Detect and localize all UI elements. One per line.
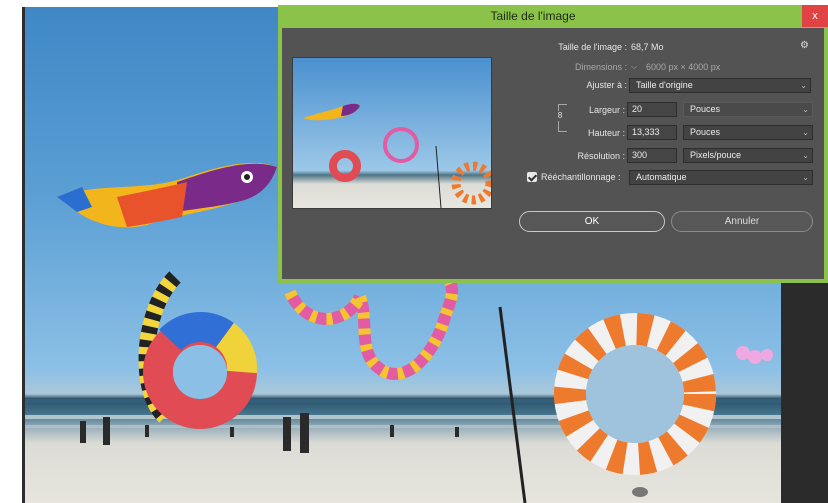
resolution-unit-select[interactable]: Pixels/pouce ⌄: [683, 148, 813, 163]
dimensions-label: Dimensions :: [574, 62, 627, 72]
resolution-unit-value: Pixels/pouce: [690, 150, 742, 160]
image-size-label: Taille de l'image :: [558, 42, 627, 52]
chevron-down-icon: ⌄: [802, 173, 809, 182]
height-unit-select[interactable]: Pouces ⌄: [683, 125, 813, 140]
dimensions-chevron-icon[interactable]: ⌵: [631, 62, 637, 72]
fit-to-label: Ajuster à :: [586, 80, 627, 90]
width-unit-select[interactable]: Pouces ⌄: [683, 102, 813, 117]
preview-thumbnail: [293, 58, 491, 208]
chevron-down-icon: ⌄: [802, 105, 809, 114]
kite-pole: [498, 306, 527, 503]
resample-value: Automatique: [636, 172, 687, 182]
resample-checkbox[interactable]: [527, 172, 537, 182]
fit-to-select[interactable]: Taille d'origine ⌄: [629, 78, 811, 93]
resample-label: Rééchantillonnage :: [541, 172, 621, 182]
cancel-button[interactable]: Annuler: [671, 211, 813, 232]
ring-kite-left: [143, 312, 258, 429]
image-size-dialog: Taille de l'image x Taille de l'image: …: [278, 5, 828, 283]
chevron-down-icon: ⌄: [802, 128, 809, 137]
image-preview[interactable]: [292, 57, 492, 209]
spiral-kite-middle: [284, 279, 459, 380]
height-label: Hauteur :: [587, 128, 625, 138]
pink-kite: [736, 346, 773, 364]
ring-kite-right: [554, 313, 716, 475]
width-input[interactable]: 20: [627, 102, 677, 117]
resolution-input[interactable]: 300: [627, 148, 677, 163]
dialog-titlebar[interactable]: Taille de l'image x: [278, 5, 828, 28]
height-unit-value: Pouces: [690, 127, 721, 137]
dialog-title: Taille de l'image: [490, 9, 576, 23]
width-label: Largeur :: [588, 105, 625, 115]
gear-icon[interactable]: ⚙: [800, 40, 809, 51]
resolution-label: Résolution :: [577, 151, 625, 161]
dimensions-value: 6000 px × 4000 px: [646, 62, 721, 72]
close-button[interactable]: x: [802, 5, 828, 27]
chevron-down-icon: ⌄: [802, 151, 809, 160]
height-input[interactable]: 13,333: [627, 125, 677, 140]
chevron-down-icon: ⌄: [800, 81, 807, 90]
fish-kite: [57, 162, 277, 228]
width-unit-value: Pouces: [690, 104, 721, 114]
image-size-value: 68,7 Mo: [631, 42, 664, 52]
ok-button[interactable]: OK: [519, 211, 665, 232]
fit-to-value: Taille d'origine: [636, 80, 693, 90]
resample-select[interactable]: Automatique ⌄: [629, 170, 813, 185]
